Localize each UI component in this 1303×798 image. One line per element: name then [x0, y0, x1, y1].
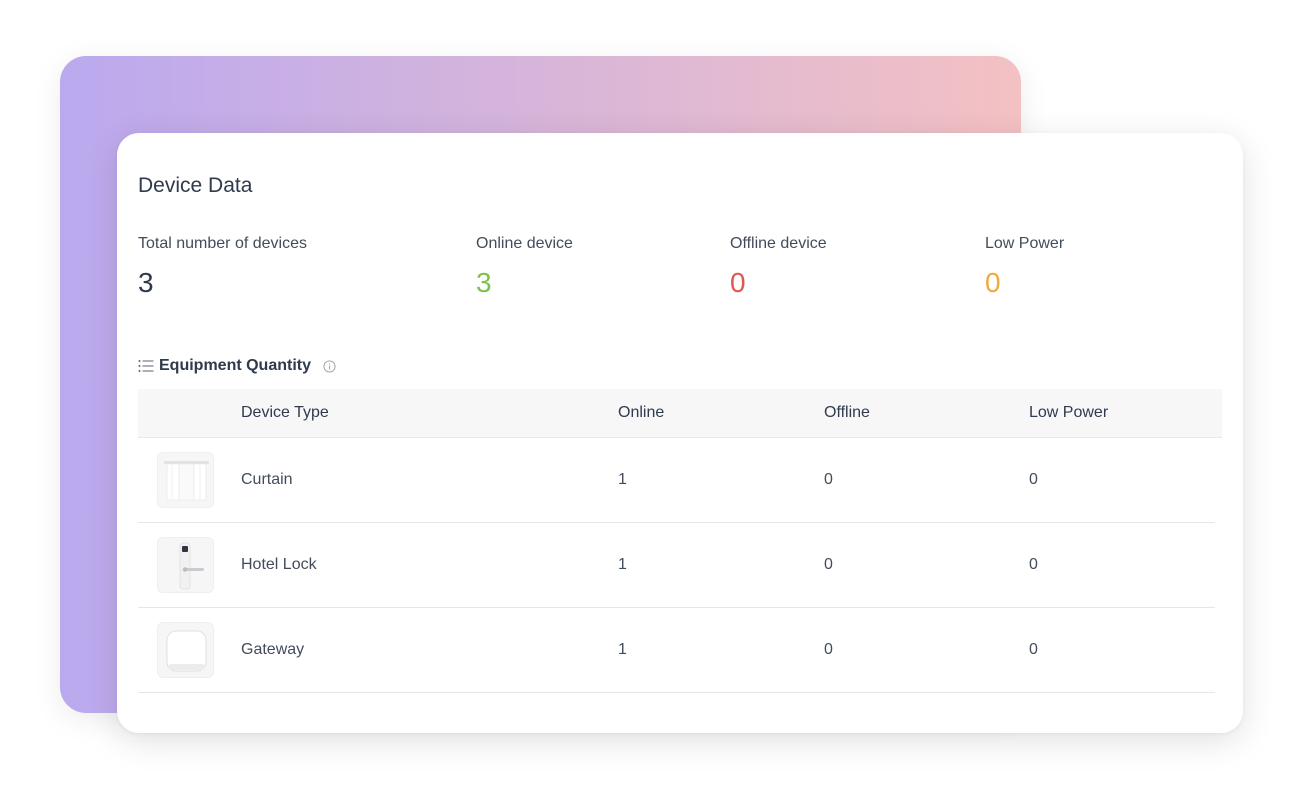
table-row: Hotel Lock 1 0 0: [138, 523, 1215, 608]
cell-offline: 0: [824, 471, 833, 488]
card-title: Device Data: [138, 174, 253, 197]
gateway-thumbnail: [157, 622, 214, 678]
stat-value: 3: [138, 267, 154, 298]
cell-device-type: Hotel Lock: [241, 556, 317, 573]
device-data-card: Device Data Total number of devices 3 On…: [117, 133, 1243, 733]
stat-value: 3: [476, 267, 492, 298]
stat-total-devices: Total number of devices 3: [138, 235, 307, 299]
cell-offline: 0: [824, 641, 833, 658]
cell-low-power: 0: [1029, 641, 1038, 658]
equipment-table: Device Type Online Offline Low Power Cur…: [138, 389, 1222, 693]
stat-label: Total number of devices: [138, 235, 307, 252]
stat-low-power: Low Power 0: [985, 235, 1064, 299]
cell-offline: 0: [824, 556, 833, 573]
cell-online: 1: [618, 556, 627, 573]
column-header-online: Online: [618, 404, 665, 421]
cell-device-type: Gateway: [241, 641, 305, 658]
column-header-low-power: Low Power: [1029, 404, 1109, 421]
stat-value: 0: [730, 267, 746, 298]
cell-low-power: 0: [1029, 556, 1038, 573]
cell-online: 1: [618, 471, 627, 488]
table-header: Device Type Online Offline Low Power: [138, 389, 1222, 438]
stat-label: Offline device: [730, 235, 827, 252]
cell-device-type: Curtain: [241, 471, 293, 488]
hotel-lock-thumbnail: [157, 537, 214, 593]
stat-offline-devices: Offline device 0: [730, 235, 827, 299]
stat-value: 0: [985, 267, 1001, 298]
curtain-thumbnail: [157, 452, 214, 508]
stat-label: Online device: [476, 235, 573, 252]
section-header: Equipment Quantity: [138, 357, 336, 375]
stat-online-devices: Online device 3: [476, 235, 573, 299]
list-icon: [138, 360, 154, 372]
table-row: Curtain 1 0 0: [138, 438, 1215, 523]
table-row: Gateway 1 0 0: [138, 608, 1215, 693]
column-header-device-type: Device Type: [241, 404, 329, 421]
column-header-offline: Offline: [824, 404, 870, 421]
info-icon[interactable]: [323, 359, 336, 373]
section-title: Equipment Quantity: [159, 357, 311, 374]
stat-label: Low Power: [985, 235, 1065, 252]
cell-online: 1: [618, 641, 627, 658]
cell-low-power: 0: [1029, 471, 1038, 488]
